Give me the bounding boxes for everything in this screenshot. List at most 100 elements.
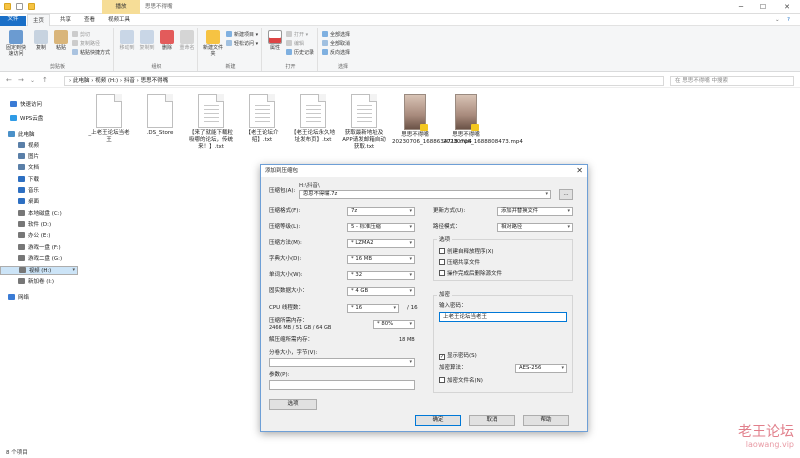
- file-item[interactable]: 获取最新地址及APP请发邮箱自动获取.txt: [341, 94, 387, 151]
- file-item[interactable]: 【老王论坛永久地址发布页】.txt: [290, 94, 336, 144]
- file-item[interactable]: 【来了就能下载粒吸哪的论坛，传统来！】.txt: [188, 94, 234, 151]
- ok-button[interactable]: 确定: [415, 415, 461, 426]
- rename-icon: [180, 30, 194, 44]
- easy-access-icon: [226, 40, 232, 46]
- rename-button[interactable]: 重命名: [176, 30, 198, 51]
- sidebar-item[interactable]: 软件 (D:): [18, 220, 51, 230]
- maximize-icon[interactable]: ☐: [752, 0, 774, 14]
- checkbox-icon: [439, 259, 445, 265]
- password-label: 输入密码：: [439, 303, 467, 309]
- params-input[interactable]: [269, 380, 415, 390]
- sidebar-item[interactable]: 办公 (E:): [18, 231, 50, 241]
- new-folder-button[interactable]: 新建文件夹: [202, 30, 224, 57]
- file-item[interactable]: 思思不得嘴20230706_1688808473.mp4: [443, 94, 523, 146]
- help-button[interactable]: 帮助: [523, 415, 569, 426]
- select-none-button[interactable]: 全部取消: [322, 40, 350, 48]
- title-bar: 播放 思思不得嘴 ─ ☐ ✕: [0, 0, 800, 14]
- tab-home[interactable]: 主页: [27, 14, 51, 26]
- path-select[interactable]: 相对路径: [497, 223, 573, 232]
- sidebar-item[interactable]: 下载: [18, 175, 39, 185]
- sidebar-item[interactable]: 图片: [18, 152, 39, 162]
- search-input[interactable]: 在 思思不得嘴 中搜索: [670, 76, 794, 86]
- password-input[interactable]: 上老王论坛当老王: [439, 312, 567, 322]
- select-all-button[interactable]: 全部选择: [322, 31, 350, 39]
- archive-name-combo[interactable]: 思思不得嘴.7z: [299, 190, 551, 199]
- tab-share[interactable]: 共享: [55, 14, 76, 26]
- sidebar-item[interactable]: 快速访问: [10, 100, 42, 110]
- sidebar-item[interactable]: 此电脑: [8, 130, 35, 140]
- history-button[interactable]: 历史记录: [286, 49, 314, 57]
- open-button[interactable]: 打开 ▾: [286, 31, 308, 39]
- delete-source-checkbox[interactable]: 操作完成后删除源文件: [439, 270, 502, 278]
- copy-path-button[interactable]: 复制路径: [72, 40, 100, 48]
- tab-video-tools[interactable]: 视频工具: [103, 14, 135, 26]
- split-select[interactable]: [269, 358, 415, 367]
- help-icon[interactable]: ?: [782, 14, 795, 26]
- close-icon[interactable]: ✕: [776, 0, 798, 14]
- move-to-button[interactable]: 移动到: [116, 30, 138, 51]
- sidebar-item[interactable]: 游戏二盘 (G:): [18, 254, 62, 264]
- enc-method-select[interactable]: AES-256: [515, 364, 567, 373]
- easy-access-button[interactable]: 轻松访问 ▾: [226, 40, 258, 48]
- new-folder-quick-icon[interactable]: [28, 3, 35, 10]
- file-item[interactable]: _上老王论坛当老王: [86, 94, 132, 144]
- move-to-icon: [120, 30, 134, 44]
- pin-icon: [9, 30, 23, 44]
- copy-button[interactable]: 复制: [30, 30, 52, 51]
- sidebar-item[interactable]: 网络: [8, 293, 29, 303]
- tab-view[interactable]: 查看: [79, 14, 100, 26]
- sidebar-item[interactable]: 本地磁盘 (C:): [18, 209, 62, 219]
- text-line: [255, 105, 270, 106]
- show-password-checkbox[interactable]: ✓ 显示密码(S): [439, 352, 477, 360]
- copy-to-button[interactable]: 复制到: [136, 30, 158, 51]
- sidebar-item[interactable]: 视频 (H:): [0, 266, 78, 275]
- method-select[interactable]: * LZMA2: [347, 239, 415, 248]
- solid-select[interactable]: * 4 GB: [347, 287, 415, 296]
- options-button[interactable]: 选项: [269, 399, 317, 410]
- sidebar-item[interactable]: 游戏一盘 (F:): [18, 243, 61, 253]
- sidebar-item[interactable]: WPS云盘: [10, 114, 43, 124]
- video-thumbnail-icon: [404, 94, 428, 131]
- level-select[interactable]: 5 - 标准压缩: [347, 223, 415, 232]
- dict-select[interactable]: * 16 MB: [347, 255, 415, 264]
- word-select[interactable]: * 32: [347, 271, 415, 280]
- properties-button[interactable]: 属性: [264, 30, 286, 51]
- back-arrow-icon[interactable]: ←: [6, 76, 12, 84]
- sidebar-icon: [8, 131, 15, 137]
- cancel-button[interactable]: 取消: [469, 415, 515, 426]
- file-item[interactable]: 思思不得嘴20230706_1688634718.mp4: [392, 94, 472, 146]
- file-item[interactable]: .DS_Store: [137, 94, 183, 137]
- pin-button[interactable]: 固定到快速访问: [4, 30, 28, 57]
- sidebar-item[interactable]: 视频: [18, 141, 39, 151]
- text-line: [204, 113, 219, 114]
- shared-checkbox[interactable]: 压缩共享文件: [439, 259, 480, 267]
- format-select[interactable]: 7z: [347, 207, 415, 216]
- encrypt-names-checkbox[interactable]: 加密文件名(N): [439, 377, 483, 385]
- update-select[interactable]: 添加并替换文件: [497, 207, 573, 216]
- delete-button[interactable]: 删除: [156, 30, 178, 51]
- forward-arrow-icon[interactable]: →: [18, 76, 24, 84]
- address-bar[interactable]: › 此电脑 › 视频 (H:) › 抖音 › 思思不得嘴: [64, 76, 664, 86]
- invert-selection-button[interactable]: 反向选择: [322, 49, 350, 57]
- properties-quick-icon[interactable]: [16, 3, 23, 10]
- paste-shortcut-button[interactable]: 粘贴快捷方式: [72, 49, 110, 57]
- cut-button[interactable]: 剪切: [72, 31, 90, 39]
- sidebar-item[interactable]: 文档: [18, 163, 39, 173]
- recent-locations-icon[interactable]: ⌄: [30, 77, 35, 84]
- edit-button[interactable]: 编辑: [286, 40, 304, 48]
- sidebar-item[interactable]: 新加卷 (I:): [18, 277, 54, 287]
- archive-label: 压缩包(A):: [269, 188, 296, 194]
- mem-percent-select[interactable]: * 80%: [373, 320, 415, 329]
- browse-button[interactable]: ...: [559, 189, 573, 200]
- file-name: 获取最新地址及APP请发邮箱自动获取.txt: [342, 130, 386, 150]
- threads-select[interactable]: * 16: [347, 304, 399, 313]
- new-item-button[interactable]: 新建项目 ▾: [226, 31, 258, 39]
- paste-button[interactable]: 粘贴: [50, 30, 72, 51]
- dialog-close-icon[interactable]: ✕: [576, 165, 583, 177]
- file-item[interactable]: 【老王论坛介绍】.txt: [239, 94, 285, 144]
- minimize-icon[interactable]: ─: [730, 0, 752, 14]
- sidebar-item[interactable]: 音乐: [18, 186, 39, 196]
- sfx-checkbox[interactable]: 创建自释放程序(X): [439, 248, 494, 256]
- sidebar-item[interactable]: 桌面: [18, 197, 39, 207]
- up-arrow-icon[interactable]: ↑: [42, 76, 48, 84]
